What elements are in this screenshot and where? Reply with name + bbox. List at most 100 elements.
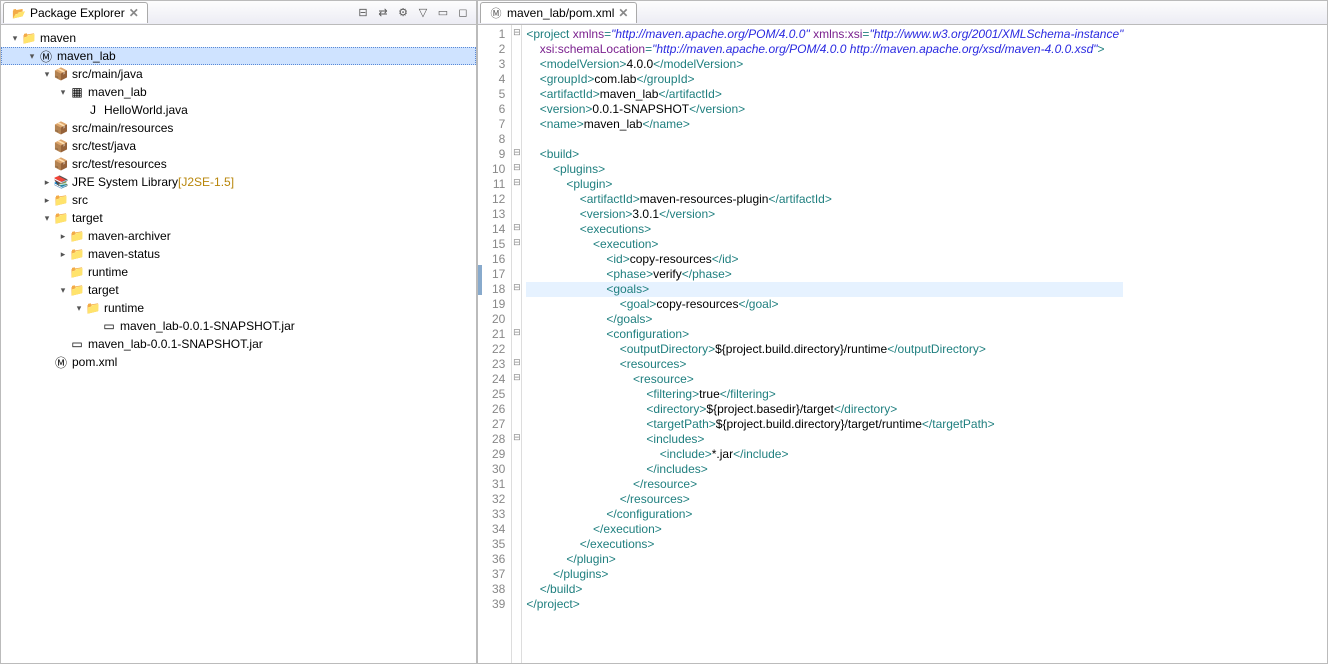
- fold-toggle-icon[interactable]: ⊟: [512, 280, 521, 295]
- tree-node[interactable]: ▸📚JRE System Library [J2SE-1.5]: [1, 173, 476, 191]
- code-line[interactable]: [526, 132, 1123, 147]
- expand-arrow-icon[interactable]: ▸: [57, 249, 69, 260]
- tree-node[interactable]: ▭maven_lab-0.0.1-SNAPSHOT.jar: [1, 317, 476, 335]
- editor-tab[interactable]: Ⓜ maven_lab/pom.xml ✕: [480, 2, 637, 23]
- expand-arrow-icon[interactable]: ▾: [9, 33, 21, 44]
- fold-toggle-icon: [512, 295, 521, 310]
- fold-toggle-icon[interactable]: ⊟: [512, 175, 521, 190]
- editor-body[interactable]: 1234567891011121314151617181920212223242…: [478, 25, 1327, 663]
- link-editor-icon[interactable]: ⇄: [376, 6, 390, 20]
- code-line[interactable]: <resources>: [526, 357, 1123, 372]
- tree-node[interactable]: 📁runtime: [1, 263, 476, 281]
- tree-node[interactable]: Ⓜpom.xml: [1, 353, 476, 371]
- fold-toggle-icon[interactable]: ⊟: [512, 355, 521, 370]
- explorer-title: Package Explorer: [30, 6, 125, 20]
- code-line[interactable]: </build>: [526, 582, 1123, 597]
- minimize-icon[interactable]: ▭: [436, 6, 450, 20]
- code-area[interactable]: <project xmlns="http://maven.apache.org/…: [522, 25, 1127, 663]
- code-line[interactable]: <goals>: [526, 282, 1123, 297]
- code-line[interactable]: <include>*.jar</include>: [526, 447, 1123, 462]
- expand-arrow-icon[interactable]: ▾: [57, 285, 69, 296]
- code-line[interactable]: <resource>: [526, 372, 1123, 387]
- code-line[interactable]: </resources>: [526, 492, 1123, 507]
- fold-toggle-icon[interactable]: ⊟: [512, 145, 521, 160]
- code-line[interactable]: </plugin>: [526, 552, 1123, 567]
- tree-node[interactable]: 📦src/test/resources: [1, 155, 476, 173]
- tree-node[interactable]: JHelloWorld.java: [1, 101, 476, 119]
- code-line[interactable]: </executions>: [526, 537, 1123, 552]
- fold-toggle-icon: [512, 490, 521, 505]
- fold-toggle-icon[interactable]: ⊟: [512, 370, 521, 385]
- code-line[interactable]: <artifactId>maven-resources-plugin</arti…: [526, 192, 1123, 207]
- tree-node[interactable]: 📦src/main/resources: [1, 119, 476, 137]
- view-menu-icon[interactable]: ▽: [416, 6, 430, 20]
- code-line[interactable]: <version>3.0.1</version>: [526, 207, 1123, 222]
- code-line[interactable]: <outputDirectory>${project.build.directo…: [526, 342, 1123, 357]
- tree-node[interactable]: ▸📁src: [1, 191, 476, 209]
- explorer-tab[interactable]: 📂 Package Explorer ✕: [3, 2, 148, 23]
- tree-node[interactable]: ▸📁maven-status: [1, 245, 476, 263]
- fold-toggle-icon[interactable]: ⊟: [512, 25, 521, 40]
- code-line[interactable]: <targetPath>${project.build.directory}/t…: [526, 417, 1123, 432]
- tree-node[interactable]: 📦src/test/java: [1, 137, 476, 155]
- code-line[interactable]: <modelVersion>4.0.0</modelVersion>: [526, 57, 1123, 72]
- expand-arrow-icon[interactable]: ▸: [41, 195, 53, 206]
- code-line[interactable]: <phase>verify</phase>: [526, 267, 1123, 282]
- code-line[interactable]: </plugins>: [526, 567, 1123, 582]
- code-line[interactable]: <build>: [526, 147, 1123, 162]
- code-line[interactable]: <name>maven_lab</name>: [526, 117, 1123, 132]
- code-line[interactable]: <configuration>: [526, 327, 1123, 342]
- code-line[interactable]: <version>0.0.1-SNAPSHOT</version>: [526, 102, 1123, 117]
- expand-arrow-icon[interactable]: ▾: [41, 69, 53, 80]
- close-icon[interactable]: ✕: [129, 6, 139, 20]
- code-line[interactable]: <project xmlns="http://maven.apache.org/…: [526, 27, 1123, 42]
- tree-node[interactable]: ▾📁target: [1, 209, 476, 227]
- code-line[interactable]: <id>copy-resources</id>: [526, 252, 1123, 267]
- project-tree[interactable]: ▾📁maven▾Ⓜmaven_lab▾📦src/main/java▾▦maven…: [1, 25, 476, 663]
- maven-project-icon: Ⓜ: [38, 49, 54, 63]
- code-line[interactable]: <plugins>: [526, 162, 1123, 177]
- line-number: 7: [492, 117, 505, 132]
- tree-node[interactable]: ▾Ⓜmaven_lab: [1, 47, 476, 65]
- code-line[interactable]: <goal>copy-resources</goal>: [526, 297, 1123, 312]
- expand-arrow-icon[interactable]: ▸: [41, 177, 53, 188]
- code-line[interactable]: <directory>${project.basedir}/target</di…: [526, 402, 1123, 417]
- expand-arrow-icon[interactable]: ▾: [73, 303, 85, 314]
- expand-arrow-icon[interactable]: ▾: [57, 87, 69, 98]
- fold-toggle-icon[interactable]: ⊟: [512, 160, 521, 175]
- tree-node[interactable]: ▾📁runtime: [1, 299, 476, 317]
- fold-column[interactable]: ⊟⊟⊟⊟⊟⊟⊟⊟⊟⊟⊟: [512, 25, 522, 663]
- close-icon[interactable]: ✕: [618, 6, 628, 20]
- tree-node[interactable]: ▾📁target: [1, 281, 476, 299]
- code-line[interactable]: <executions>: [526, 222, 1123, 237]
- code-line[interactable]: <artifactId>maven_lab</artifactId>: [526, 87, 1123, 102]
- code-line[interactable]: </includes>: [526, 462, 1123, 477]
- code-line[interactable]: <filtering>true</filtering>: [526, 387, 1123, 402]
- code-line[interactable]: </execution>: [526, 522, 1123, 537]
- fold-toggle-icon[interactable]: ⊟: [512, 325, 521, 340]
- code-line[interactable]: </project>: [526, 597, 1123, 612]
- tree-node[interactable]: ▸📁maven-archiver: [1, 227, 476, 245]
- fold-toggle-icon[interactable]: ⊟: [512, 235, 521, 250]
- expand-arrow-icon[interactable]: ▾: [41, 213, 53, 224]
- tree-node[interactable]: ▾📦src/main/java: [1, 65, 476, 83]
- collapse-all-icon[interactable]: ⊟: [356, 6, 370, 20]
- code-line[interactable]: <includes>: [526, 432, 1123, 447]
- code-line[interactable]: <plugin>: [526, 177, 1123, 192]
- expand-arrow-icon[interactable]: ▾: [26, 51, 38, 62]
- code-line[interactable]: </configuration>: [526, 507, 1123, 522]
- tree-node[interactable]: ▾📁maven: [1, 29, 476, 47]
- code-line[interactable]: xsi:schemaLocation="http://maven.apache.…: [526, 42, 1123, 57]
- fold-toggle-icon: [512, 55, 521, 70]
- fold-toggle-icon[interactable]: ⊟: [512, 430, 521, 445]
- code-line[interactable]: <groupId>com.lab</groupId>: [526, 72, 1123, 87]
- code-line[interactable]: </resource>: [526, 477, 1123, 492]
- focus-icon[interactable]: ⚙: [396, 6, 410, 20]
- maximize-icon[interactable]: ◻: [456, 6, 470, 20]
- tree-node[interactable]: ▾▦maven_lab: [1, 83, 476, 101]
- expand-arrow-icon[interactable]: ▸: [57, 231, 69, 242]
- fold-toggle-icon[interactable]: ⊟: [512, 220, 521, 235]
- code-line[interactable]: <execution>: [526, 237, 1123, 252]
- code-line[interactable]: </goals>: [526, 312, 1123, 327]
- tree-node[interactable]: ▭maven_lab-0.0.1-SNAPSHOT.jar: [1, 335, 476, 353]
